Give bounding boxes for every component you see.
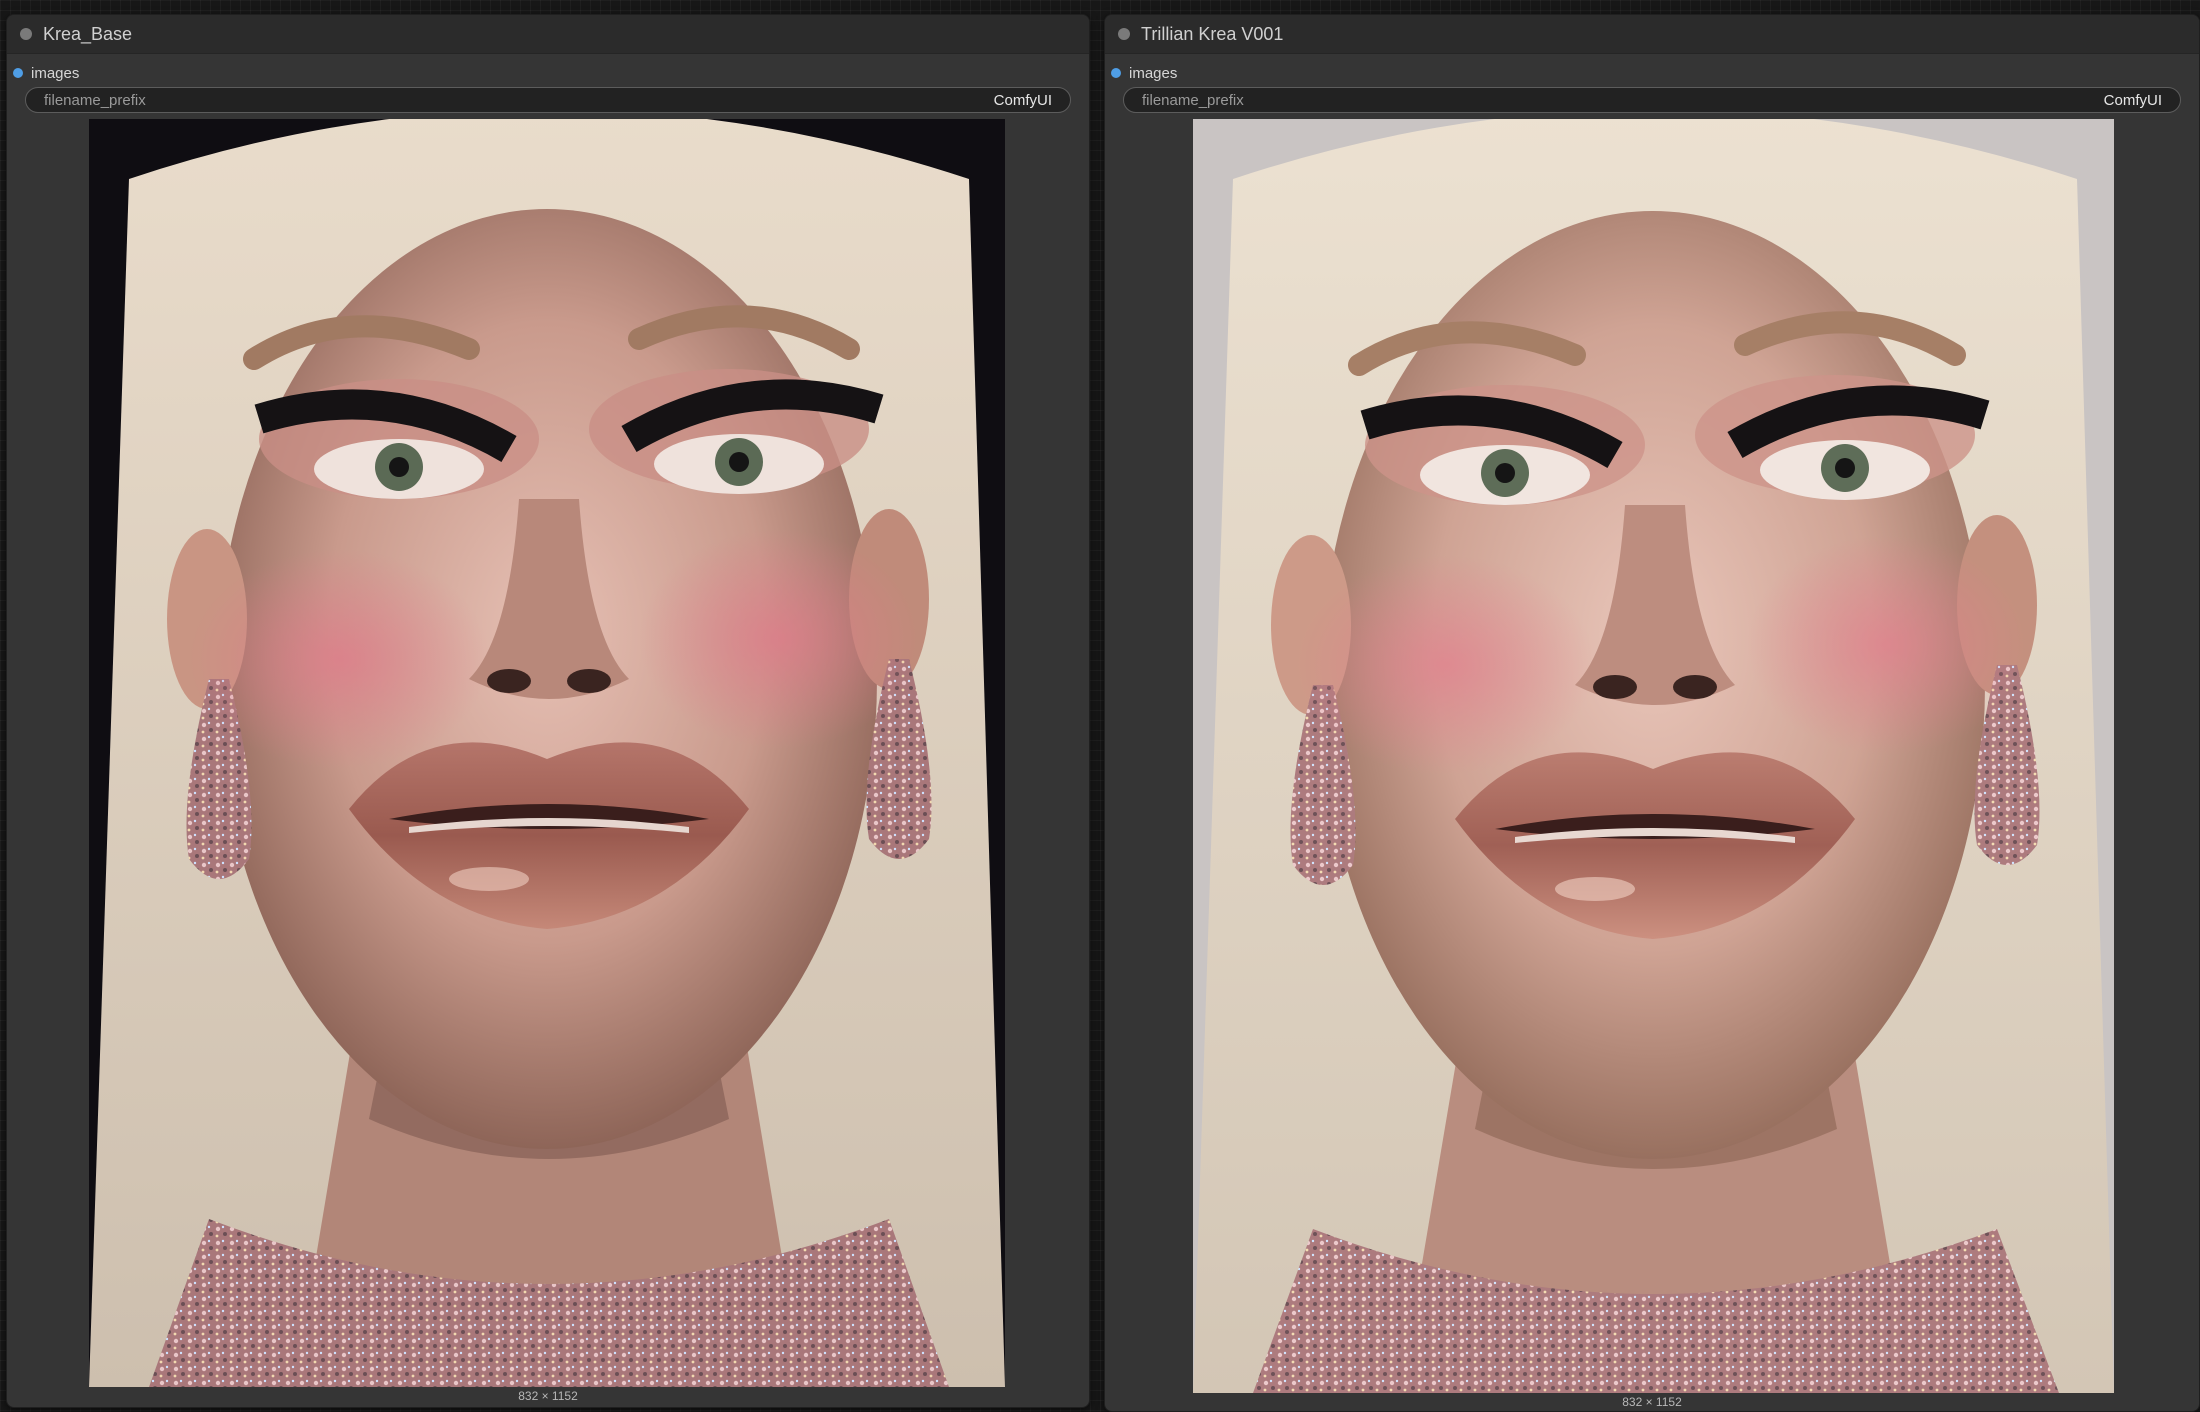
slot-label: images	[31, 65, 80, 82]
portrait-image	[89, 119, 1005, 1387]
save-image-node-krea-base[interactable]: Krea_Base images filename_prefix ComfyUI	[6, 14, 1090, 1408]
widget-value[interactable]: ComfyUI	[2104, 92, 2162, 109]
node-collapse-dot-icon[interactable]	[20, 28, 32, 40]
slot-label: images	[1129, 65, 1178, 82]
slot-dot-icon[interactable]	[13, 68, 23, 78]
widget-name: filename_prefix	[44, 92, 146, 109]
node-collapse-dot-icon[interactable]	[1118, 28, 1130, 40]
node-graph-canvas[interactable]: Krea_Base images filename_prefix ComfyUI	[0, 0, 2200, 1412]
save-image-node-trillian-krea[interactable]: Trillian Krea V001 images filename_prefi…	[1104, 14, 2200, 1412]
image-dimensions: 832 × 1152	[518, 1389, 578, 1403]
filename-prefix-widget[interactable]: filename_prefix ComfyUI	[25, 87, 1071, 113]
image-preview[interactable]	[1193, 119, 2114, 1393]
filename-prefix-widget[interactable]: filename_prefix ComfyUI	[1123, 87, 2181, 113]
node-title: Krea_Base	[43, 24, 133, 44]
node-header[interactable]: Krea_Base	[7, 15, 1089, 54]
widget-name: filename_prefix	[1142, 92, 1244, 109]
slot-dot-icon[interactable]	[1111, 68, 1121, 78]
node-header[interactable]: Trillian Krea V001	[1105, 15, 2199, 54]
image-preview[interactable]	[89, 119, 1005, 1387]
portrait-image	[1193, 119, 2114, 1393]
image-dimensions: 832 × 1152	[1622, 1395, 1682, 1409]
widget-value[interactable]: ComfyUI	[994, 92, 1052, 109]
node-title: Trillian Krea V001	[1141, 24, 1284, 44]
